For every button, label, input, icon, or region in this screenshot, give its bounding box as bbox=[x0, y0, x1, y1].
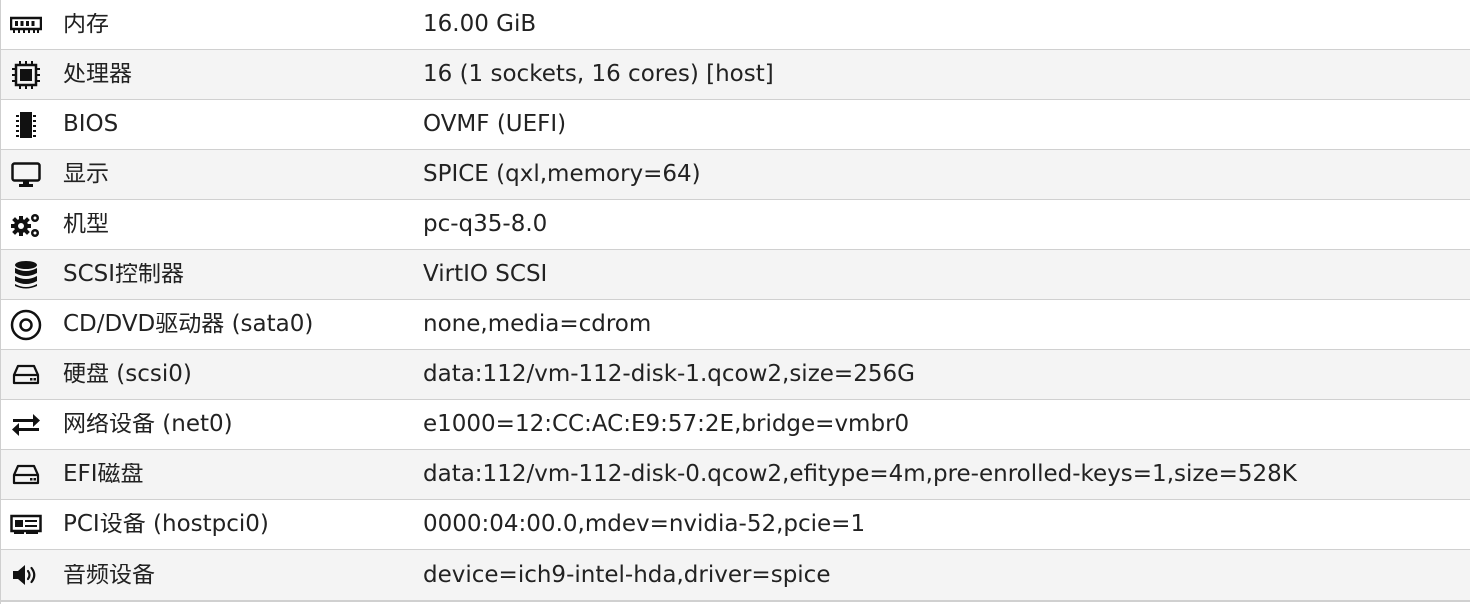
hardware-row-cdrom[interactable]: CD/DVD驱动器 (sata0) none,media=cdrom bbox=[1, 300, 1470, 350]
hardware-label: 音频设备 bbox=[63, 563, 155, 587]
hardware-value: device=ich9-intel-hda,driver=spice bbox=[423, 563, 831, 587]
hardware-label: 内存 bbox=[63, 13, 109, 36]
hardware-label: 网络设备 (net0) bbox=[63, 413, 233, 436]
hardware-row-processor[interactable]: 处理器 16 (1 sockets, 16 cores) [host] bbox=[1, 50, 1470, 100]
hardware-label: 处理器 bbox=[63, 63, 132, 86]
hardware-row-audio[interactable]: 音频设备 device=ich9-intel-hda,driver=spice bbox=[1, 550, 1470, 602]
hardware-row-bios[interactable]: BIOS OVMF (UEFI) bbox=[1, 100, 1470, 150]
hardware-value: 16 (1 sockets, 16 cores) [host] bbox=[423, 63, 774, 86]
cpu-icon bbox=[1, 60, 51, 90]
gears-icon bbox=[1, 211, 51, 239]
hardware-value: e1000=12:CC:AC:E9:57:2E,bridge=vmbr0 bbox=[423, 413, 910, 436]
hardware-value: 0000:04:00.0,mdev=nvidia-52,pcie=1 bbox=[423, 513, 866, 536]
hardware-row-pci-device[interactable]: PCI设备 (hostpci0) 0000:04:00.0,mdev=nvidi… bbox=[1, 500, 1470, 550]
database-icon bbox=[1, 260, 51, 290]
hardware-value: pc-q35-8.0 bbox=[423, 213, 548, 236]
hardware-table: 内存 16.00 GiB 处理器 16 (1 sockets, 16 cores… bbox=[0, 0, 1470, 604]
exchange-arrows-icon bbox=[1, 413, 51, 437]
hardware-label: EFI磁盘 bbox=[63, 463, 144, 486]
hardware-value: none,media=cdrom bbox=[423, 313, 652, 336]
hardware-label: PCI设备 (hostpci0) bbox=[63, 513, 269, 536]
hardware-value: OVMF (UEFI) bbox=[423, 113, 567, 136]
hardware-row-scsi-controller[interactable]: SCSI控制器 VirtIO SCSI bbox=[1, 250, 1470, 300]
hardware-row-hard-disk[interactable]: 硬盘 (scsi0) data:112/vm-112-disk-1.qcow2,… bbox=[1, 350, 1470, 400]
hardware-label: BIOS bbox=[63, 113, 119, 136]
hardware-row-network[interactable]: 网络设备 (net0) e1000=12:CC:AC:E9:57:2E,brid… bbox=[1, 400, 1470, 450]
bios-chip-icon bbox=[1, 111, 51, 139]
hardware-value: data:112/vm-112-disk-0.qcow2,efitype=4m,… bbox=[423, 463, 1297, 486]
hardware-value: 16.00 GiB bbox=[423, 13, 537, 36]
cdrom-icon bbox=[1, 309, 51, 341]
hardware-label: CD/DVD驱动器 (sata0) bbox=[63, 313, 314, 336]
hardware-row-display[interactable]: 显示 SPICE (qxl,memory=64) bbox=[1, 150, 1470, 200]
monitor-icon bbox=[1, 161, 51, 188]
hardware-row-memory[interactable]: 内存 16.00 GiB bbox=[1, 0, 1470, 50]
hard-drive-icon bbox=[1, 464, 51, 486]
hardware-label: SCSI控制器 bbox=[63, 263, 185, 286]
hardware-value: VirtIO SCSI bbox=[423, 263, 548, 286]
hardware-row-efi-disk[interactable]: EFI磁盘 data:112/vm-112-disk-0.qcow2,efity… bbox=[1, 450, 1470, 500]
speaker-icon bbox=[1, 563, 51, 587]
hardware-row-machine[interactable]: 机型 pc-q35-8.0 bbox=[1, 200, 1470, 250]
hardware-value: SPICE (qxl,memory=64) bbox=[423, 163, 701, 186]
hardware-label: 显示 bbox=[63, 163, 109, 186]
hard-drive-icon bbox=[1, 364, 51, 386]
hardware-value: data:112/vm-112-disk-1.qcow2,size=256G bbox=[423, 363, 915, 386]
hardware-label: 硬盘 (scsi0) bbox=[63, 363, 192, 386]
hardware-label: 机型 bbox=[63, 213, 109, 236]
memory-icon bbox=[1, 16, 51, 34]
pci-card-icon bbox=[1, 514, 51, 536]
